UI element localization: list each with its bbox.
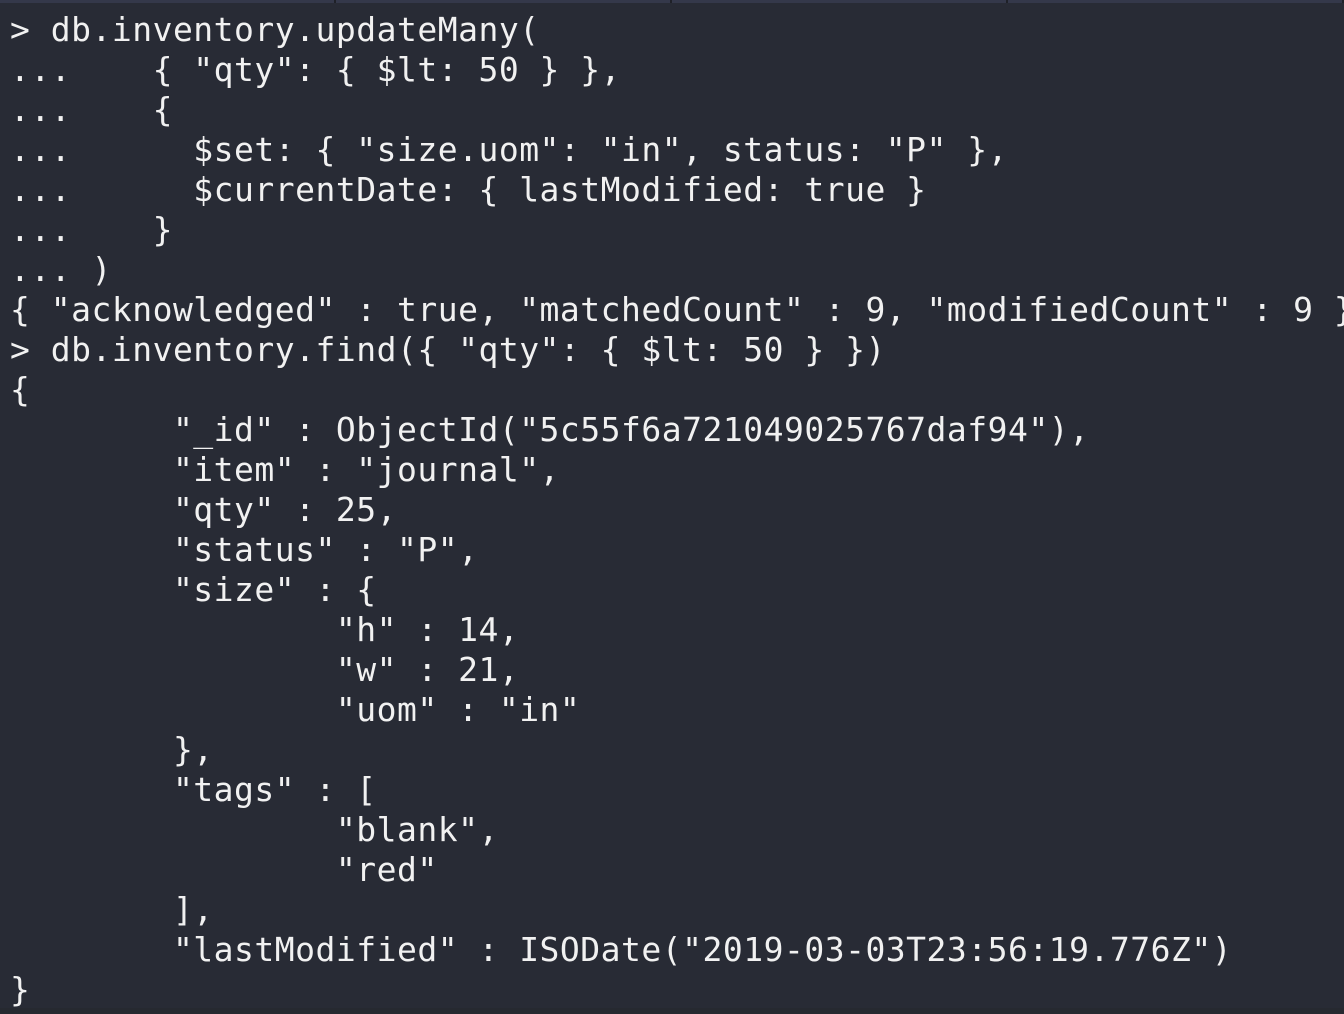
output-line: "size" : { (10, 570, 377, 609)
output-line: } (10, 970, 31, 1009)
command-line-update: > db.inventory.updateMany( (10, 10, 540, 49)
command-line-find: > db.inventory.find({ "qty": { $lt: 50 }… (10, 330, 886, 369)
tab-edge (1008, 0, 1344, 3)
output-line: ], (10, 890, 214, 929)
output-line: }, (10, 730, 214, 769)
output-line: "uom" : "in" (10, 690, 581, 729)
tab-edge (672, 0, 1008, 3)
output-line: "tags" : [ (10, 770, 377, 809)
tab-edge (0, 0, 336, 3)
continuation-line: ... $currentDate: { lastModified: true } (10, 170, 927, 209)
output-line: "_id" : ObjectId("5c55f6a721049025767daf… (10, 410, 1090, 449)
output-line: "h" : 14, (10, 610, 520, 649)
output-line: "item" : "journal", (10, 450, 560, 489)
continuation-line: ... $set: { "size.uom": "in", status: "P… (10, 130, 1009, 169)
terminal-window[interactable]: > db.inventory.updateMany( ... { "qty": … (0, 0, 1344, 1014)
output-line: "lastModified" : ISODate("2019-03-03T23:… (10, 930, 1233, 969)
tab-bar-edge (0, 0, 1344, 4)
output-line: "red" (10, 850, 438, 889)
continuation-line: ... ) (10, 250, 112, 289)
output-line: "blank", (10, 810, 499, 849)
output-line: "qty" : 25, (10, 490, 397, 529)
output-line: "w" : 21, (10, 650, 520, 689)
continuation-line: ... } (10, 210, 173, 249)
tab-edge (336, 0, 672, 3)
terminal-bottom-edge (0, 1008, 1344, 1014)
output-line: "status" : "P", (10, 530, 479, 569)
output-line: { (10, 370, 31, 409)
update-result-line: { "acknowledged" : true, "matchedCount" … (10, 290, 1344, 329)
continuation-line: ... { "qty": { $lt: 50 } }, (10, 50, 622, 89)
continuation-line: ... { (10, 90, 173, 129)
